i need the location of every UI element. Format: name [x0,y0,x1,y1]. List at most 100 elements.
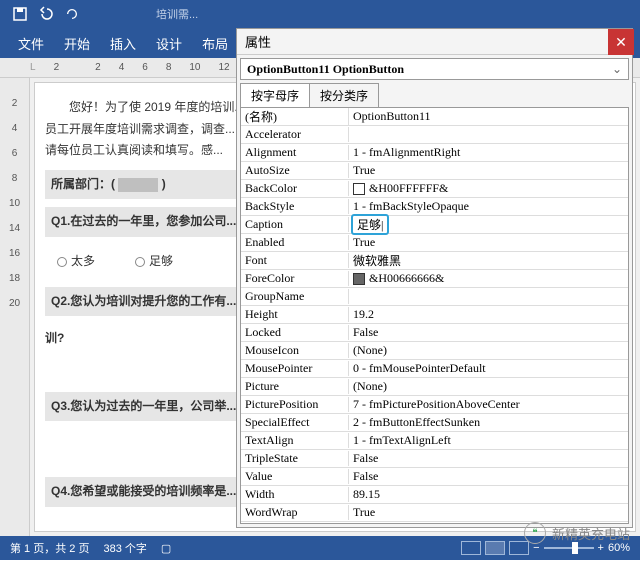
property-key: Caption [241,217,349,232]
property-row[interactable]: Font微软雅黑 [241,252,628,270]
property-grid[interactable]: (名称)OptionButton11AcceleratorAlignment1 … [240,107,629,524]
property-key: Enabled [241,235,349,250]
properties-panel: 属性 ✕ OptionButton11 OptionButton ⌄ 按字母序 … [236,28,633,528]
property-key: MouseIcon [241,343,349,358]
property-value[interactable]: 足够| [349,214,628,235]
redo-icon[interactable] [60,2,84,26]
property-row[interactable]: Height19.2 [241,306,628,324]
view-print-icon[interactable] [485,541,505,555]
property-row[interactable]: EnabledTrue [241,234,628,252]
property-row[interactable]: AutoSizeTrue [241,162,628,180]
spellcheck-icon[interactable]: ▢ [161,542,171,555]
property-value[interactable]: True [349,505,628,520]
property-row[interactable]: TripleStateFalse [241,450,628,468]
property-value[interactable]: 1 - fmBackStyleOpaque [349,199,628,214]
property-value[interactable]: (None) [349,343,628,358]
quick-access-toolbar: 培训需... [0,0,640,28]
property-key: ForeColor [241,271,349,286]
property-tabs: 按字母序 按分类序 [240,83,629,107]
property-row[interactable]: Alignment1 - fmAlignmentRight [241,144,628,162]
property-row[interactable]: ValueFalse [241,468,628,486]
dropdown-icon: ⌄ [612,62,622,77]
property-value[interactable]: 1 - fmTextAlignLeft [349,433,628,448]
property-key: BackStyle [241,199,349,214]
property-value[interactable]: True [349,235,628,250]
property-row[interactable]: PicturePosition7 - fmPicturePositionAbov… [241,396,628,414]
view-readmode-icon[interactable] [461,541,481,555]
tab-alphabetic[interactable]: 按字母序 [240,83,310,107]
properties-title: 属性 ✕ [237,29,632,55]
property-key: Alignment [241,145,349,160]
property-value[interactable]: True [349,163,628,178]
tab-insert[interactable]: 插入 [100,28,146,58]
property-row[interactable]: GroupName [241,288,628,306]
property-value[interactable]: 1 - fmAlignmentRight [349,145,628,160]
radio-icon [57,257,67,267]
watermark: ❝ 新精英充电站 [524,522,630,544]
property-value[interactable]: 19.2 [349,307,628,322]
object-selector[interactable]: OptionButton11 OptionButton ⌄ [240,58,629,80]
undo-icon[interactable] [34,2,58,26]
property-value[interactable]: 微软雅黑 [349,252,628,269]
property-key: SpecialEffect [241,415,349,430]
property-value[interactable]: (None) [349,379,628,394]
page-indicator[interactable]: 第 1 页，共 2 页 [10,540,89,556]
property-value[interactable]: &H00FFFFFF& [349,181,628,196]
property-value[interactable]: 2 - fmButtonEffectSunken [349,415,628,430]
property-row[interactable]: (名称)OptionButton11 [241,108,628,126]
property-row[interactable]: BackColor&H00FFFFFF& [241,180,628,198]
property-row[interactable]: Accelerator [241,126,628,144]
vertical-ruler: 24681014161820 [0,78,30,536]
option-enough[interactable]: 足够 [135,251,173,273]
property-key: WordWrap [241,505,349,520]
property-row[interactable]: Picture(None) [241,378,628,396]
doc-title: 培训需... [156,6,198,22]
tab-file[interactable]: 文件 [8,28,54,58]
tab-home[interactable]: 开始 [54,28,100,58]
property-key: Value [241,469,349,484]
tab-layout[interactable]: 布局 [192,28,238,58]
word-count[interactable]: 383 个字 [103,540,146,556]
property-row[interactable]: TextAlign1 - fmTextAlignLeft [241,432,628,450]
property-value[interactable]: &H00666666& [349,271,628,286]
property-row[interactable]: Width89.15 [241,486,628,504]
property-key: Accelerator [241,127,349,142]
property-key: AutoSize [241,163,349,178]
property-key: TripleState [241,451,349,466]
save-icon[interactable] [8,2,32,26]
color-swatch [353,273,365,285]
property-row[interactable]: Caption足够| [241,216,628,234]
tab-categorized[interactable]: 按分类序 [309,83,379,107]
property-row[interactable]: MousePointer0 - fmMousePointerDefault [241,360,628,378]
property-key: Font [241,253,349,268]
property-key: Locked [241,325,349,340]
property-key: MousePointer [241,361,349,376]
property-value[interactable]: False [349,325,628,340]
property-row[interactable]: SpecialEffect2 - fmButtonEffectSunken [241,414,628,432]
tab-design[interactable]: 设计 [146,28,192,58]
radio-icon [135,257,145,267]
zoom-slider[interactable] [544,547,594,549]
property-row[interactable]: LockedFalse [241,324,628,342]
property-key: Picture [241,379,349,394]
property-key: TextAlign [241,433,349,448]
property-key: (名称) [241,108,349,125]
property-key: BackColor [241,181,349,196]
property-value[interactable]: False [349,469,628,484]
property-row[interactable]: ForeColor&H00666666& [241,270,628,288]
property-key: PicturePosition [241,397,349,412]
property-value[interactable]: False [349,451,628,466]
property-value[interactable]: OptionButton11 [349,109,628,124]
close-button[interactable]: ✕ [608,29,634,55]
property-key: Width [241,487,349,502]
color-swatch [353,183,365,195]
wechat-icon: ❝ [524,522,546,544]
property-value[interactable]: 0 - fmMousePointerDefault [349,361,628,376]
property-key: GroupName [241,289,349,304]
property-row[interactable]: MouseIcon(None) [241,342,628,360]
property-row[interactable]: WordWrapTrue [241,504,628,522]
property-value[interactable]: 7 - fmPicturePositionAboveCenter [349,397,628,412]
property-value[interactable]: 89.15 [349,487,628,502]
property-key: Height [241,307,349,322]
option-too-many[interactable]: 太多 [57,251,95,273]
